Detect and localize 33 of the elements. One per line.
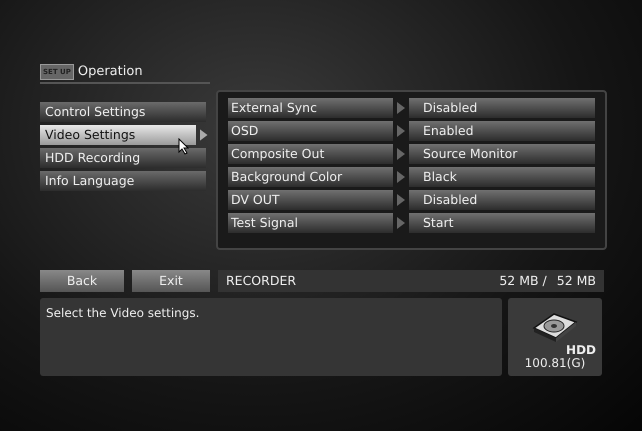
setting-value[interactable]: Start (409, 213, 595, 233)
setting-label[interactable]: Composite Out (228, 144, 393, 164)
setting-value[interactable]: Enabled (409, 121, 595, 141)
setting-label[interactable]: External Sync (228, 98, 393, 118)
setting-value[interactable]: Disabled (409, 98, 595, 118)
setting-value[interactable]: Disabled (409, 190, 595, 210)
setting-value[interactable]: Black (409, 167, 595, 187)
used-space: 52 MB / (499, 272, 547, 290)
arrow-icon (397, 171, 405, 183)
setting-value[interactable]: Source Monitor (409, 144, 595, 164)
arrow-icon (397, 217, 405, 229)
menu-item[interactable]: Info Language (40, 171, 206, 191)
arrow-icon (397, 148, 405, 160)
total-space: 52 MB (556, 272, 596, 290)
arrow-icon (200, 129, 208, 141)
device-name: RECORDER (226, 272, 296, 290)
nav-button[interactable]: Back (40, 270, 124, 292)
setting-label[interactable]: Background Color (228, 167, 393, 187)
help-message: Select the Video settings. (40, 298, 502, 376)
setting-label[interactable]: OSD (228, 121, 393, 141)
capacity-text: 100.81(G) (524, 356, 586, 370)
setting-label[interactable]: DV OUT (228, 190, 393, 210)
arrow-icon (397, 194, 405, 206)
menu-item[interactable]: HDD Recording (40, 148, 206, 168)
section-title: Operation (78, 63, 143, 82)
setting-label[interactable]: Test Signal (228, 213, 393, 233)
pointer-icon (178, 138, 190, 155)
menu-item[interactable]: Control Settings (40, 102, 206, 122)
arrow-icon (397, 102, 405, 114)
arrow-icon (397, 125, 405, 137)
hdd-label: HDD (566, 344, 596, 356)
menu-item[interactable]: Video Settings (40, 125, 196, 145)
nav-button[interactable]: Exit (132, 270, 210, 292)
